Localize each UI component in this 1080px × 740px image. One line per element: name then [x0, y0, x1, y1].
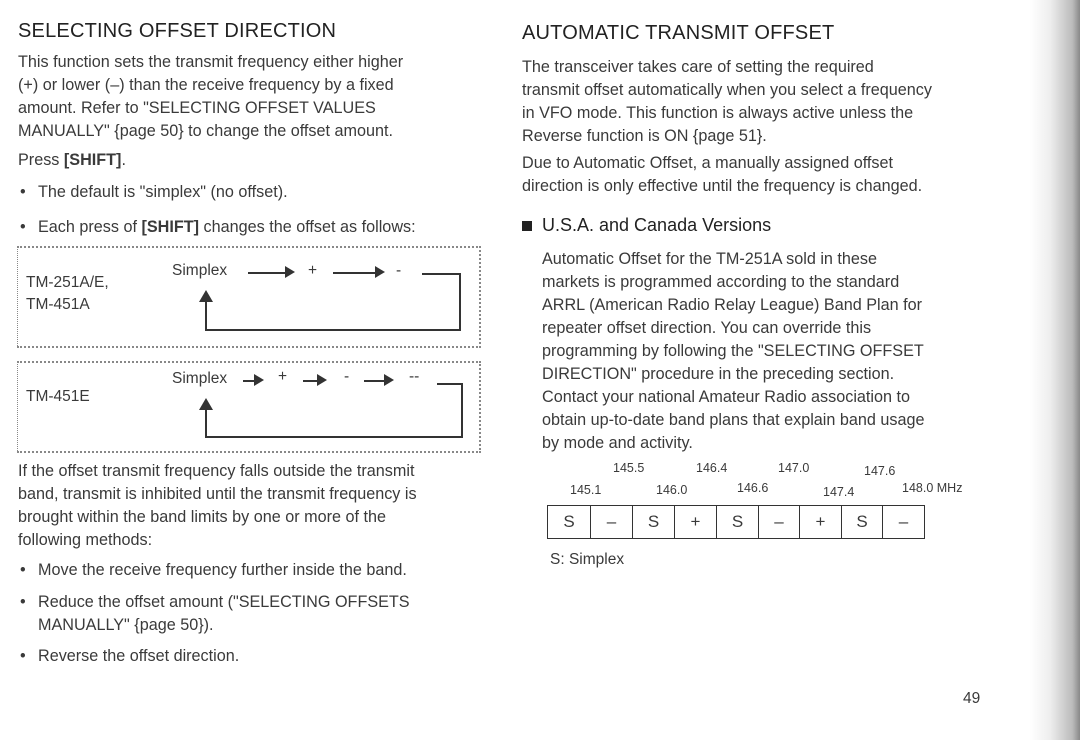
text-line: The transceiver takes care of setting th… — [522, 58, 874, 76]
text-line: ARRL (American Radio Relay League) Band … — [542, 296, 923, 314]
loop-line — [459, 273, 461, 330]
outside-band-paragraph: If the offset transmit frequency falls o… — [18, 460, 417, 552]
square-bullet-icon — [522, 221, 532, 231]
text-line: obtain up-to-date band plans that explai… — [542, 411, 925, 429]
loop-line — [205, 408, 207, 437]
text-line: following methods: — [18, 531, 153, 549]
frequency-label: 146.6 — [737, 481, 769, 495]
text-line: direction is only effective until the fr… — [522, 177, 923, 195]
text-line: If the offset transmit frequency falls o… — [18, 462, 415, 480]
text-line: band, transmit is inhibited until the tr… — [18, 485, 417, 503]
loop-line — [205, 300, 207, 330]
arrowhead-icon — [375, 266, 385, 278]
band-cell: + — [799, 505, 841, 539]
text-line: programming by following the "SELECTING … — [542, 342, 924, 360]
bullet-default: The default is "simplex" (no offset). — [20, 181, 288, 204]
text: . — [121, 151, 126, 169]
text-line: repeater offset direction. You can overr… — [542, 319, 872, 337]
press-instruction: Press [SHIFT]. — [18, 149, 126, 172]
text-line: markets is programmed according to the s… — [542, 273, 900, 291]
band-cell: S — [841, 505, 882, 539]
bullet-reduce-offset: Reduce the offset amount ("SELECTING OFF… — [20, 591, 410, 637]
text-line: This function sets the transmit frequenc… — [18, 53, 404, 71]
intro-paragraph: This function sets the transmit frequenc… — [18, 51, 403, 143]
frequency-label: 145.5 — [613, 461, 645, 475]
frequency-label: 147.6 — [864, 464, 896, 478]
key-label: [SHIFT] — [141, 218, 200, 236]
text-line: Automatic Offset for the TM-251A sold in… — [542, 250, 878, 268]
text-line: DIRECTION" procedure in the preceding se… — [542, 365, 895, 383]
band-cell: S — [632, 505, 674, 539]
sequence-plus: + — [308, 262, 318, 279]
arrow-right-icon — [364, 380, 386, 382]
arrowhead-icon — [254, 374, 264, 386]
loop-line — [422, 273, 460, 275]
text-line: amount. Refer to "SELECTING OFFSET VALUE… — [18, 99, 376, 117]
frequency-label: 146.0 — [656, 483, 688, 497]
key-label: [SHIFT] — [63, 151, 122, 169]
loop-line — [437, 383, 462, 385]
band-plan-paragraph: Automatic Offset for the TM-251A sold in… — [542, 248, 925, 455]
text: Press — [18, 151, 64, 169]
text: Each press of — [38, 218, 142, 236]
frequency-label: 148.0 MHz — [902, 481, 963, 495]
band-cell: S — [716, 505, 758, 539]
arrowhead-icon — [384, 374, 394, 386]
sequence-minus: - — [396, 262, 402, 279]
model-label: TM-451A — [26, 296, 90, 313]
text: MANUALLY" {page 50}). — [38, 616, 214, 634]
simplex-legend: S: Simplex — [550, 551, 625, 568]
section-title-automatic-offset: AUTOMATIC TRANSMIT OFFSET — [522, 22, 835, 44]
manual-offset-paragraph: Due to Automatic Offset, a manually assi… — [522, 152, 922, 198]
bullet-each-press: Each press of [SHIFT] changes the offset… — [20, 216, 416, 239]
loop-line — [205, 329, 461, 331]
band-cell: + — [674, 505, 716, 539]
auto-offset-paragraph: The transceiver takes care of setting th… — [522, 56, 932, 148]
arrowhead-icon — [285, 266, 295, 278]
loop-line — [461, 383, 463, 437]
text-line: transmit offset automatically when you s… — [522, 81, 932, 99]
text-line: Contact your national Amateur Radio asso… — [542, 388, 911, 406]
sequence-plus: + — [278, 368, 288, 385]
frequency-label: 145.1 — [570, 483, 602, 497]
band-cell: – — [590, 505, 632, 539]
text: changes the offset as follows: — [199, 218, 416, 236]
band-cell: S — [547, 505, 590, 539]
text-line: brought within the band limits by one or… — [18, 508, 387, 526]
band-cell: – — [882, 505, 925, 539]
arrow-up-icon — [199, 398, 213, 410]
text-line: MANUALLY" {page 50} to change the offset… — [18, 122, 394, 140]
frequency-label: 146.4 — [696, 461, 728, 475]
bullet-reverse-offset: Reverse the offset direction. — [20, 645, 239, 668]
frequency-label: 147.0 — [778, 461, 810, 475]
text-line: (+) or lower (–) than the receive freque… — [18, 76, 394, 94]
binding-shadow — [1030, 0, 1080, 740]
text-line: Due to Automatic Offset, a manually assi… — [522, 154, 894, 172]
text-line: Reverse function is ON {page 51}. — [522, 127, 767, 145]
arrow-up-icon — [199, 290, 213, 302]
subsection-heading: U.S.A. and Canada Versions — [522, 215, 771, 236]
band-cell: – — [758, 505, 799, 539]
sequence-simplex: Simplex — [172, 370, 228, 387]
loop-line — [205, 436, 463, 438]
text-line: by mode and activity. — [542, 434, 693, 452]
text: Reduce the offset amount ("SELECTING OFF… — [38, 593, 410, 611]
frequency-label: 147.4 — [823, 485, 855, 499]
arrowhead-icon — [317, 374, 327, 386]
arrow-right-icon — [248, 272, 288, 274]
sequence-double-minus: -- — [409, 368, 420, 385]
sequence-simplex: Simplex — [172, 262, 228, 279]
subsection-title: U.S.A. and Canada Versions — [542, 215, 772, 235]
model-label: TM-451E — [26, 388, 90, 405]
section-title-offset-direction: SELECTING OFFSET DIRECTION — [18, 20, 337, 42]
page-number: 49 — [963, 690, 981, 707]
text-line: in VFO mode. This function is always act… — [522, 104, 914, 122]
sequence-minus: - — [344, 368, 350, 385]
model-label: TM-251A/E, — [26, 274, 109, 291]
bullet-move-frequency: Move the receive frequency further insid… — [20, 559, 407, 582]
arrow-right-icon — [333, 272, 375, 274]
